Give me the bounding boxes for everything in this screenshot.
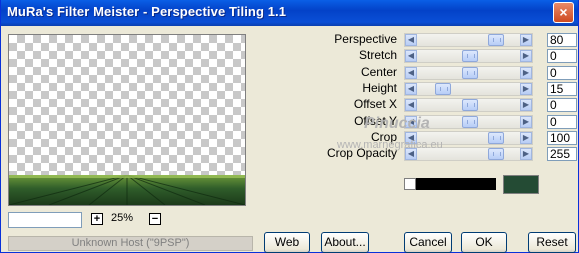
stretch-value-field[interactable]: 0 <box>547 49 577 63</box>
scroll-left-arrow-icon[interactable]: ◀ <box>405 99 417 111</box>
crop-slider-thumb[interactable] <box>488 132 504 144</box>
crop-opacity-value-field[interactable]: 255 <box>547 147 577 161</box>
close-button[interactable]: × <box>553 2 574 23</box>
scroll-right-arrow-icon[interactable]: ▶ <box>520 148 532 160</box>
window-title: MuRa's Filter Meister - Perspective Tili… <box>7 4 287 19</box>
zoom-level: 25% <box>111 212 134 224</box>
crop-opacity-slider[interactable]: ◀ ▶ <box>404 147 533 161</box>
center-slider[interactable]: ◀ ▶ <box>404 66 533 80</box>
offset-y-value-field[interactable]: 0 <box>547 115 577 129</box>
scroll-right-arrow-icon[interactable]: ▶ <box>520 83 532 95</box>
cancel-button[interactable]: Cancel <box>404 232 452 253</box>
height-slider-thumb[interactable] <box>435 83 451 95</box>
stretch-slider[interactable]: ◀ ▶ <box>404 49 533 63</box>
height-label: Height <box>362 81 397 95</box>
offset-y-slider[interactable]: ◀ ▶ <box>404 115 533 129</box>
offset-y-label: Offset Y <box>354 114 397 128</box>
height-value-field[interactable]: 15 <box>547 82 577 96</box>
color-ramp-white[interactable] <box>404 178 416 190</box>
offset-x-slider[interactable]: ◀ ▶ <box>404 98 533 112</box>
stretch-label: Stretch <box>358 48 397 62</box>
perspective-value-field[interactable]: 80 <box>547 33 577 47</box>
offset-x-value-field[interactable]: 0 <box>547 98 577 112</box>
center-value-field[interactable]: 0 <box>547 66 577 80</box>
perspective-label: Perspective <box>334 32 397 46</box>
web-button[interactable]: Web <box>264 232 310 253</box>
scroll-left-arrow-icon[interactable]: ◀ <box>405 50 417 62</box>
crop-opacity-slider-thumb[interactable] <box>488 148 504 160</box>
plugin-dialog: MuRa's Filter Meister - Perspective Tili… <box>0 0 579 253</box>
color-ramp-black[interactable] <box>416 178 496 190</box>
scroll-left-arrow-icon[interactable]: ◀ <box>405 83 417 95</box>
height-slider[interactable]: ◀ ▶ <box>404 82 533 96</box>
zoom-field[interactable] <box>8 212 82 228</box>
color-swatch[interactable] <box>503 175 539 194</box>
scroll-right-arrow-icon[interactable]: ▶ <box>520 132 532 144</box>
host-status: Unknown Host ("9PSP") <box>8 236 253 251</box>
title-bar[interactable]: MuRa's Filter Meister - Perspective Tili… <box>1 0 578 26</box>
zoom-out-button[interactable]: − <box>149 213 161 225</box>
offset-x-slider-thumb[interactable] <box>462 99 478 111</box>
scroll-right-arrow-icon[interactable]: ▶ <box>520 99 532 111</box>
offset-x-label: Offset X <box>353 97 397 111</box>
zoom-in-button[interactable]: + <box>91 213 103 225</box>
scroll-right-arrow-icon[interactable]: ▶ <box>520 50 532 62</box>
scroll-right-arrow-icon[interactable]: ▶ <box>520 116 532 128</box>
reset-button[interactable]: Reset <box>528 232 576 253</box>
preview-image <box>9 175 245 205</box>
scroll-left-arrow-icon[interactable]: ◀ <box>405 148 417 160</box>
crop-opacity-label: Crop Opacity <box>326 146 397 160</box>
crop-label: Crop <box>370 130 397 144</box>
scroll-right-arrow-icon[interactable]: ▶ <box>520 34 532 46</box>
scroll-left-arrow-icon[interactable]: ◀ <box>405 116 417 128</box>
scroll-left-arrow-icon[interactable]: ◀ <box>405 132 417 144</box>
preview-pane[interactable] <box>8 34 246 206</box>
center-slider-thumb[interactable] <box>462 67 478 79</box>
stretch-slider-thumb[interactable] <box>462 50 478 62</box>
scroll-right-arrow-icon[interactable]: ▶ <box>520 67 532 79</box>
center-label: Center <box>360 65 397 79</box>
ok-button[interactable]: OK <box>461 232 507 253</box>
perspective-slider-thumb[interactable] <box>488 34 504 46</box>
perspective-slider[interactable]: ◀ ▶ <box>404 33 533 47</box>
about-button[interactable]: About... <box>321 232 369 253</box>
crop-value-field[interactable]: 100 <box>547 131 577 145</box>
offset-y-slider-thumb[interactable] <box>462 116 478 128</box>
scroll-left-arrow-icon[interactable]: ◀ <box>405 67 417 79</box>
crop-slider[interactable]: ◀ ▶ <box>404 131 533 145</box>
scroll-left-arrow-icon[interactable]: ◀ <box>405 34 417 46</box>
